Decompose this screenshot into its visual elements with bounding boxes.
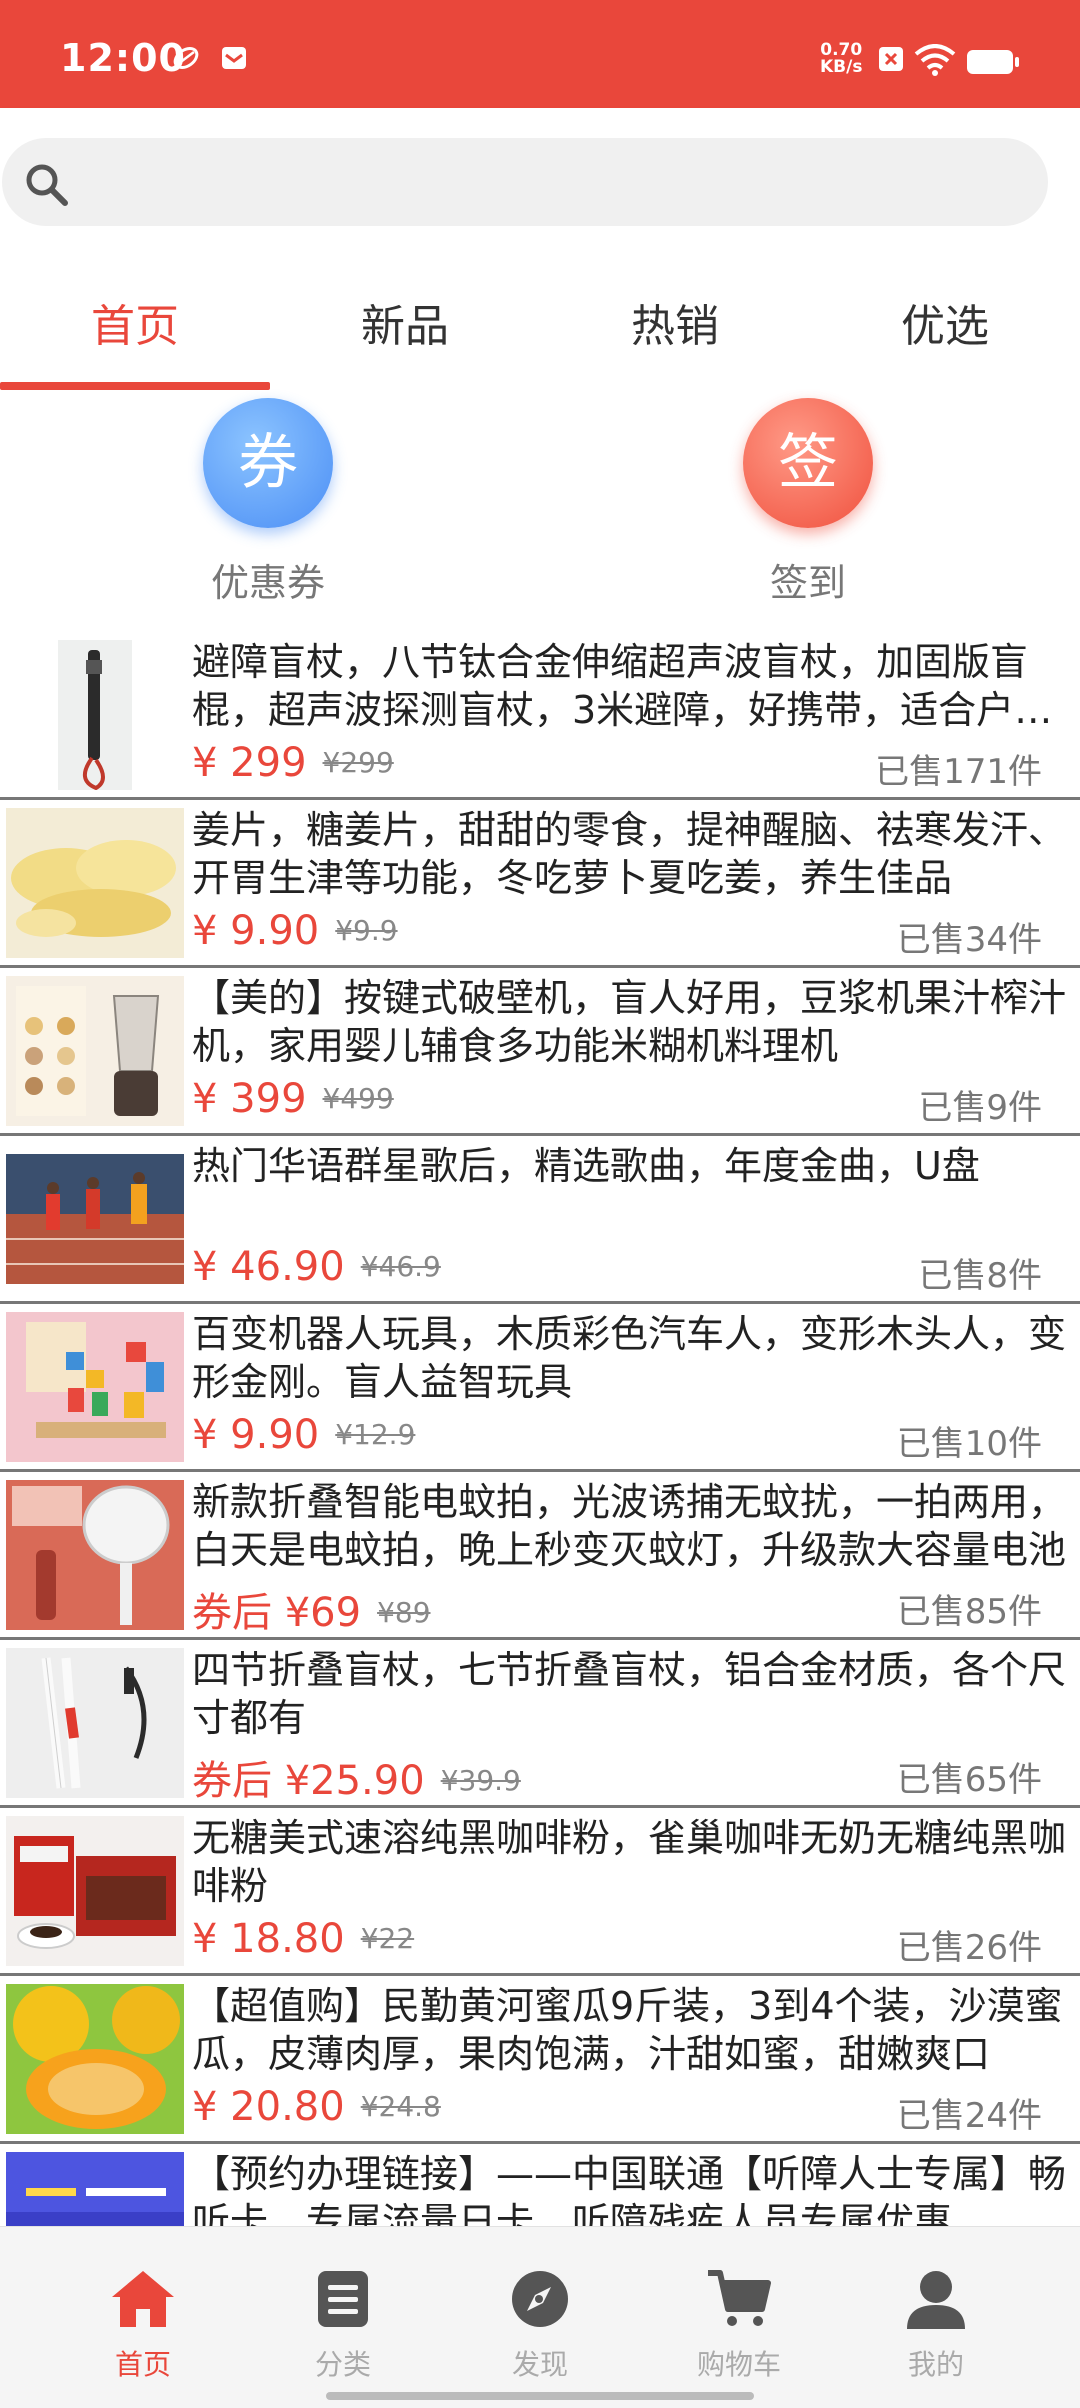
- product-title: 无糖美式速溶纯黑咖啡粉，雀巢咖啡无奶无糖纯黑咖啡粉: [192, 1816, 1067, 1908]
- product-old-price: ¥39.9: [440, 1764, 521, 1797]
- sim-disabled-icon: [879, 47, 903, 71]
- product-old-price: ¥24.8: [360, 2090, 441, 2123]
- product-item[interactable]: 百变机器人玩具，木质彩色汽车人，变形木头人，变形金刚。盲人益智玩具 ¥ 9.90…: [0, 1304, 1080, 1472]
- product-price: ¥ 399: [192, 1076, 307, 1122]
- product-image-folding-cane: [6, 1648, 184, 1798]
- tab-featured[interactable]: 优选: [810, 290, 1080, 354]
- product-item[interactable]: 【美的】按键式破壁机，盲人好用，豆浆机果汁榨汁机，家用婴儿辅食多功能米糊机料理机…: [0, 968, 1080, 1136]
- product-old-price: ¥12.9: [335, 1418, 416, 1451]
- status-time: 12:00: [60, 36, 186, 80]
- product-item[interactable]: 避障盲杖，八节钛合金伸缩超声波盲杖，加固版盲棍，超声波探测盲杖，3米避障，好携带…: [0, 632, 1080, 800]
- product-item[interactable]: 姜片，糖姜片，甜甜的零食，提神醒脑、祛寒发汗、开胃生津等功能，冬吃萝卜夏吃姜，养…: [0, 800, 1080, 968]
- product-title: 【美的】按键式破壁机，盲人好用，豆浆机果汁榨汁机，家用婴儿辅食多功能米糊机料理机: [192, 976, 1067, 1068]
- product-title: 【预约办理链接】——中国联通【听障人士专属】畅听卡，专属流量日卡，听障残疾人员专…: [192, 2152, 1067, 2226]
- product-image-unicom-card: [6, 2152, 184, 2226]
- search-box[interactable]: [2, 138, 1048, 226]
- product-sold-count: 已售34件: [896, 920, 1042, 960]
- product-item[interactable]: 新款折叠智能电蚊拍，光波诱捕无蚊扰，一拍两用，白天是电蚊拍，晚上秒变灭蚊灯，升级…: [0, 1472, 1080, 1640]
- tab-home[interactable]: 首页: [0, 290, 270, 354]
- wifi-icon: [914, 44, 956, 76]
- bottom-navigation: 首页 分类 发现 购物车 我的: [0, 2226, 1080, 2408]
- product-image-cane: [58, 640, 132, 790]
- product-title: 避障盲杖，八节钛合金伸缩超声波盲杖，加固版盲棍，超声波探测盲杖，3米避障，好携带…: [192, 640, 1053, 732]
- product-title: 四节折叠盲杖，七节折叠盲杖，铝合金材质，各个尺寸都有: [192, 1648, 1067, 1740]
- product-price: ¥ 46.90: [192, 1244, 345, 1290]
- discover-icon[interactable]: [505, 2267, 575, 2331]
- product-old-price: ¥299: [322, 746, 394, 779]
- coupon-label: 优惠券: [210, 561, 325, 605]
- product-sold-count: 已售171件: [875, 752, 1042, 792]
- product-old-price: ¥89: [377, 1596, 431, 1629]
- product-sold-count: 已售85件: [896, 1592, 1042, 1632]
- home-indicator[interactable]: [326, 2392, 754, 2400]
- product-item[interactable]: 无糖美式速溶纯黑咖啡粉，雀巢咖啡无奶无糖纯黑咖啡粉 ¥ 18.80 ¥22 已售2…: [0, 1808, 1080, 1976]
- product-price: ¥ 9.90: [192, 1412, 320, 1458]
- nav-cart[interactable]: 购物车: [639, 2267, 839, 2383]
- product-price: ¥ 18.80: [192, 1916, 345, 1962]
- product-item[interactable]: 四节折叠盲杖，七节折叠盲杖，铝合金材质，各个尺寸都有 券后 ¥25.90 ¥39.…: [0, 1640, 1080, 1808]
- product-item[interactable]: 【预约办理链接】——中国联通【听障人士专属】畅听卡，专属流量日卡，听障残疾人员专…: [0, 2144, 1080, 2226]
- product-image-mosquito-swatter: [6, 1480, 184, 1630]
- battery-icon: [967, 50, 1019, 74]
- search-input[interactable]: [92, 150, 992, 214]
- product-sold-count: 已售26件: [896, 1928, 1042, 1968]
- signin-label: 签到: [769, 561, 846, 605]
- tab-new[interactable]: 新品: [270, 290, 540, 354]
- product-title: 新款折叠智能电蚊拍，光波诱捕无蚊扰，一拍两用，白天是电蚊拍，晚上秒变灭蚊灯，升级…: [192, 1480, 1067, 1572]
- coupon-button[interactable]: 券 优惠券: [168, 398, 368, 607]
- product-image-runners: [6, 1154, 184, 1284]
- home-icon[interactable]: [108, 2267, 178, 2331]
- product-price: 券后 ¥69: [192, 1590, 362, 1636]
- message-notification-icon: [222, 47, 246, 69]
- profile-icon[interactable]: [901, 2267, 971, 2331]
- category-icon[interactable]: [308, 2267, 378, 2331]
- product-image-coffee: [6, 1816, 184, 1966]
- nav-home[interactable]: 首页: [43, 2267, 243, 2383]
- product-sold-count: 已售8件: [918, 1256, 1042, 1296]
- product-image-ginger: [6, 808, 184, 958]
- product-item[interactable]: 热门华语群星歌后，精选歌曲，年度金曲，U盘 ¥ 46.90 ¥46.9 已售8件: [0, 1136, 1080, 1304]
- coupon-icon[interactable]: 券: [203, 398, 333, 528]
- product-old-price: ¥22: [360, 1922, 415, 1955]
- category-tabs: 首页 新品 热销 优选: [0, 258, 1080, 394]
- notification-app-icon: [173, 46, 199, 70]
- product-old-price: ¥9.9: [335, 914, 398, 947]
- product-sold-count: 已售10件: [896, 1424, 1042, 1464]
- cart-icon[interactable]: [704, 2267, 774, 2331]
- product-item[interactable]: 【超值购】民勤黄河蜜瓜9斤装，3到4个装，沙漠蜜瓜，皮薄肉厚，果肉饱满，汁甜如蜜…: [0, 1976, 1080, 2144]
- product-price: ¥ 299: [192, 740, 307, 786]
- product-list: 避障盲杖，八节钛合金伸缩超声波盲杖，加固版盲棍，超声波探测盲杖，3米避障，好携带…: [0, 632, 1080, 2226]
- product-old-price: ¥499: [322, 1082, 394, 1115]
- nav-discover[interactable]: 发现: [440, 2267, 640, 2383]
- search-bar: [0, 108, 1080, 258]
- product-price: ¥ 20.80: [192, 2084, 345, 2130]
- network-speed: 0.70 KB/s: [820, 40, 863, 77]
- signin-button[interactable]: 签 签到: [708, 398, 908, 607]
- signin-icon[interactable]: 签: [743, 398, 873, 528]
- nav-category[interactable]: 分类: [243, 2267, 443, 2383]
- product-title: 百变机器人玩具，木质彩色汽车人，变形木头人，变形金刚。盲人益智玩具: [192, 1312, 1067, 1404]
- product-old-price: ¥46.9: [360, 1250, 441, 1283]
- product-sold-count: 已售24件: [896, 2096, 1042, 2136]
- product-price: ¥ 9.90: [192, 908, 320, 954]
- nav-profile[interactable]: 我的: [836, 2267, 1036, 2383]
- product-image-robot-toy: [6, 1312, 184, 1462]
- product-sold-count: 已售65件: [896, 1760, 1042, 1800]
- product-title: 姜片，糖姜片，甜甜的零食，提神醒脑、祛寒发汗、开胃生津等功能，冬吃萝卜夏吃姜，养…: [192, 808, 1067, 900]
- active-tab-indicator: [0, 382, 270, 390]
- tab-hot[interactable]: 热销: [540, 290, 810, 354]
- search-icon[interactable]: [22, 160, 70, 208]
- product-image-melon: [6, 1984, 184, 2134]
- product-title: 【超值购】民勤黄河蜜瓜9斤装，3到4个装，沙漠蜜瓜，皮薄肉厚，果肉饱满，汁甜如蜜…: [192, 1984, 1063, 2076]
- product-price: 券后 ¥25.90: [192, 1758, 425, 1804]
- product-image-blender: [6, 976, 184, 1126]
- status-bar: 12:00 0.70 KB/s: [0, 0, 1080, 108]
- product-sold-count: 已售9件: [918, 1088, 1042, 1128]
- product-title: 热门华语群星歌后，精选歌曲，年度金曲，U盘: [192, 1144, 980, 1188]
